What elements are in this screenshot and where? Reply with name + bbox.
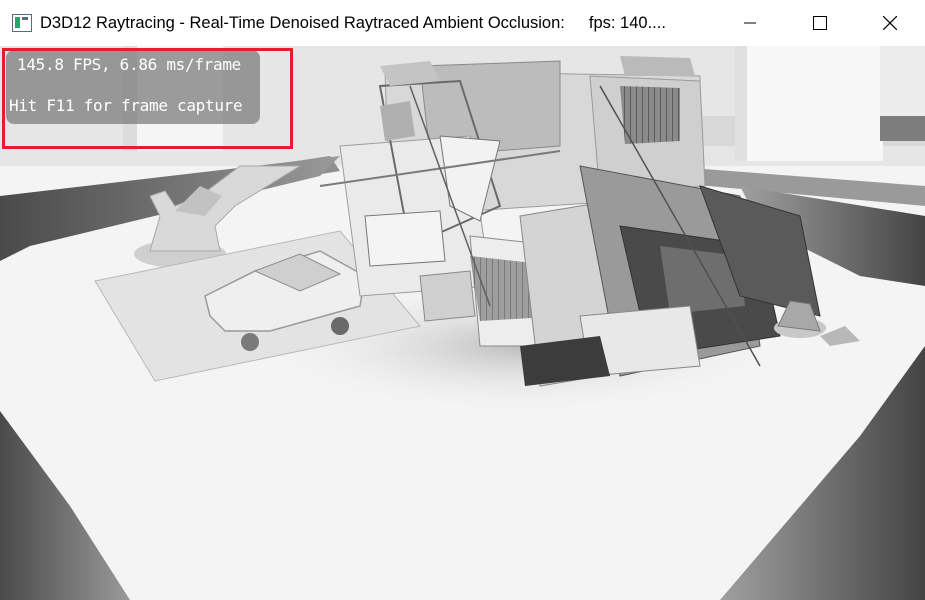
close-icon: [883, 16, 897, 30]
window-title-fps: fps: 140....: [588, 13, 666, 32]
highlight-box: [2, 48, 293, 149]
window-title: D3D12 Raytracing - Real-Time Denoised Ra…: [40, 13, 565, 32]
maximize-button[interactable]: [785, 0, 855, 46]
maximize-icon: [813, 16, 827, 30]
car-wheel: [331, 317, 349, 335]
minimize-icon: [744, 22, 756, 24]
car-wheel: [241, 333, 259, 351]
close-button[interactable]: [855, 0, 925, 46]
minimize-button[interactable]: [715, 0, 785, 46]
app-icon: [12, 14, 32, 32]
pillar: [735, 46, 883, 161]
